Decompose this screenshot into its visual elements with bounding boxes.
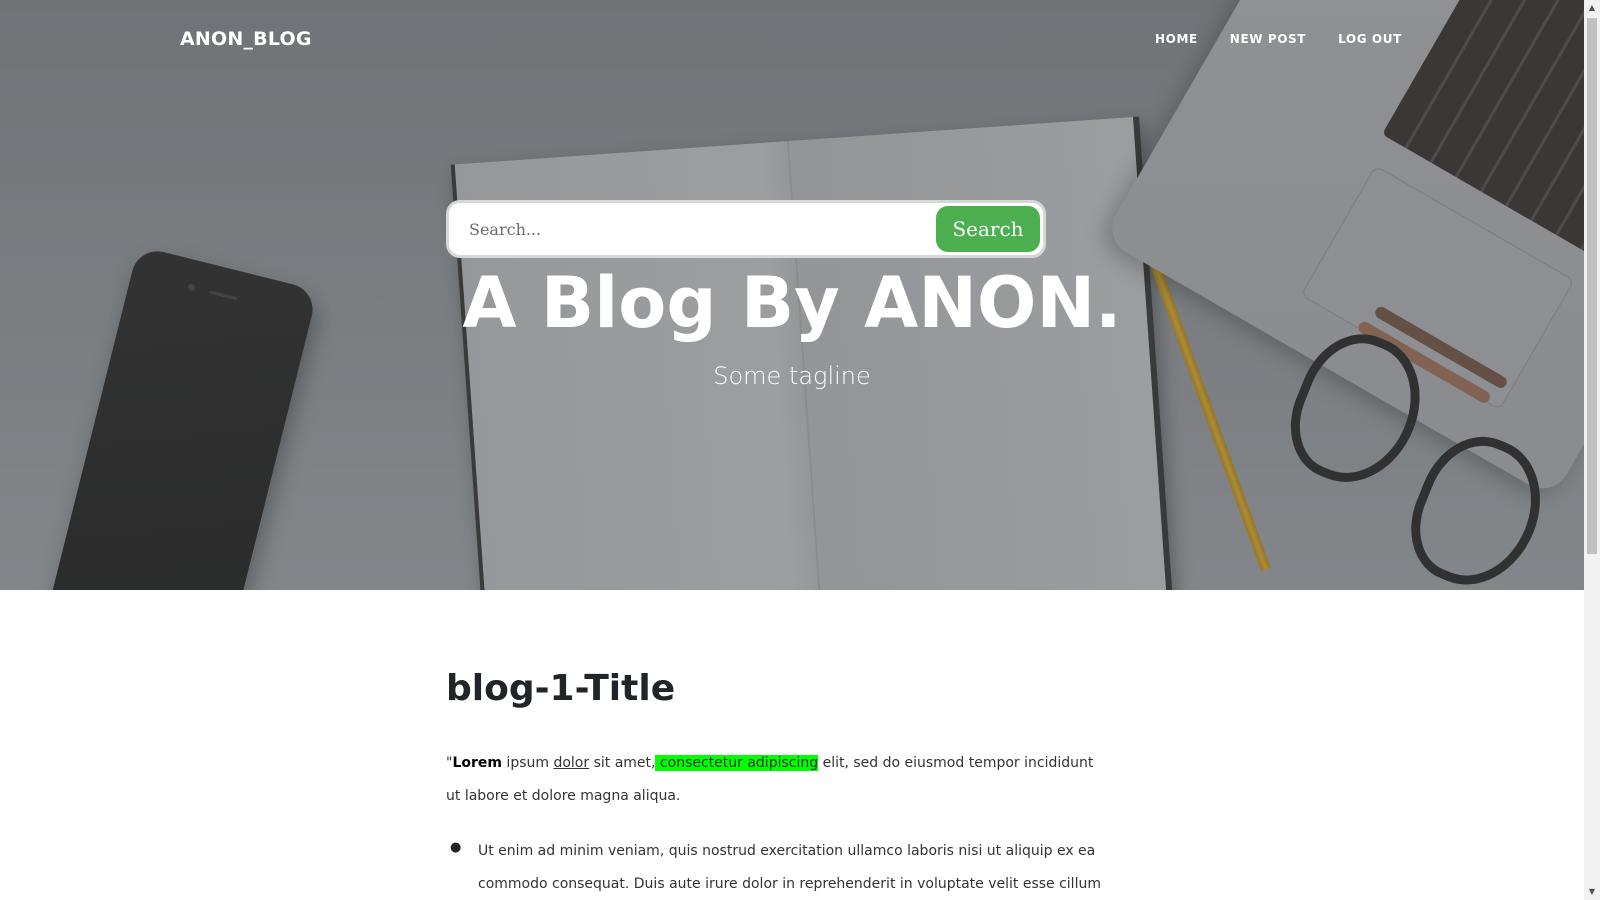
post-bullet-list: Ut enim ad minim veniam, quis nostrud ex… xyxy=(446,831,1106,900)
brand-logo[interactable]: ANON_BLOG xyxy=(180,28,312,50)
scroll-down-arrow-icon[interactable]: ▼ xyxy=(1584,884,1600,900)
post-paragraph: "Lorem ipsum dolor sit amet, consectetur… xyxy=(446,747,1106,813)
vertical-scrollbar[interactable]: ▲ ▼ xyxy=(1584,0,1600,900)
hero-title: A Blog By ANON. xyxy=(462,262,1122,344)
paragraph-text: ipsum xyxy=(501,755,554,771)
post-title[interactable]: blog-1-Title xyxy=(446,668,1106,709)
list-item: Ut enim ad minim veniam, quis nostrud ex… xyxy=(450,831,1106,900)
post-content: blog-1-Title "Lorem ipsum dolor sit amet… xyxy=(446,590,1106,900)
hero-subtitle: Some tagline xyxy=(713,362,871,390)
top-navbar: ANON_BLOG HOME NEW POST LOG OUT xyxy=(0,0,1584,80)
nav-links: HOME NEW POST LOG OUT xyxy=(1155,32,1402,46)
nav-new-post-link[interactable]: NEW POST xyxy=(1230,32,1306,46)
nav-log-out-link[interactable]: LOG OUT xyxy=(1338,32,1402,46)
bold-text: Lorem xyxy=(452,755,502,771)
search-form: Search xyxy=(446,200,1046,258)
scrollbar-thumb[interactable] xyxy=(1587,18,1597,554)
paragraph-text: sit amet, xyxy=(589,755,656,771)
nav-home-link[interactable]: HOME xyxy=(1155,32,1198,46)
underlined-text: dolor xyxy=(553,755,590,771)
scroll-up-arrow-icon[interactable]: ▲ xyxy=(1584,0,1600,16)
search-button[interactable]: Search xyxy=(936,206,1040,252)
search-input[interactable] xyxy=(449,203,939,255)
highlighted-text: consectetur adipiscing xyxy=(655,755,819,771)
